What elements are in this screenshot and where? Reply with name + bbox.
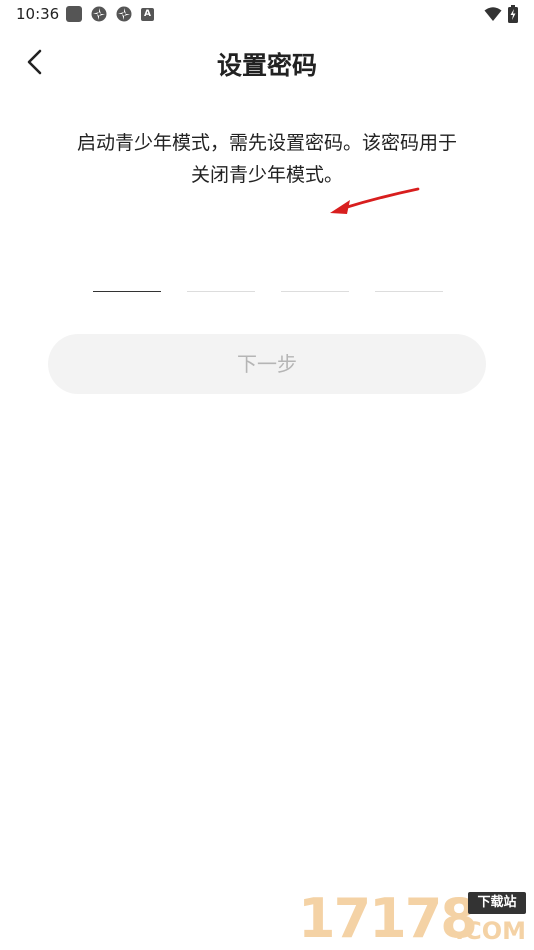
status-bar: 10:36 A [0, 0, 534, 28]
pin-input[interactable] [93, 258, 443, 292]
pin-digit-4[interactable] [375, 258, 443, 292]
a-icon: A [141, 7, 154, 21]
system-icons [484, 5, 518, 23]
pin-digit-2[interactable] [187, 258, 255, 292]
description-line-1: 启动青少年模式，需先设置密码。该密码用于 [76, 132, 457, 154]
notification-icons: A [66, 6, 154, 22]
next-button[interactable]: 下一步 [48, 334, 486, 394]
square-icon [66, 6, 82, 22]
description-text: 启动青少年模式，需先设置密码。该密码用于 关闭青少年模式。 [40, 127, 494, 191]
page-title: 设置密码 [216, 51, 317, 80]
wifi-icon [484, 7, 502, 21]
watermark-suffix: .COM [454, 917, 526, 945]
description-line-2: 关闭青少年模式。 [190, 164, 343, 186]
pin-digit-1[interactable] [93, 258, 161, 292]
pin-digit-3[interactable] [281, 258, 349, 292]
watermark-badge: 下载站 [468, 892, 526, 914]
pinwheel-icon [116, 6, 132, 22]
app-header: 设置密码 [0, 36, 534, 88]
status-time: 10:36 [16, 5, 60, 23]
battery-charging-icon [508, 5, 518, 23]
set-password-screen: 10:36 A 设置密码 启动青少年模式，需先设置密码。该密码用于 关闭青少年模… [0, 0, 534, 950]
site-watermark: 17178 下载站 .COM [298, 890, 528, 948]
watermark-digits: 17178 [298, 887, 478, 950]
pinwheel-icon [91, 6, 107, 22]
annotation-arrow-icon [330, 187, 420, 214]
